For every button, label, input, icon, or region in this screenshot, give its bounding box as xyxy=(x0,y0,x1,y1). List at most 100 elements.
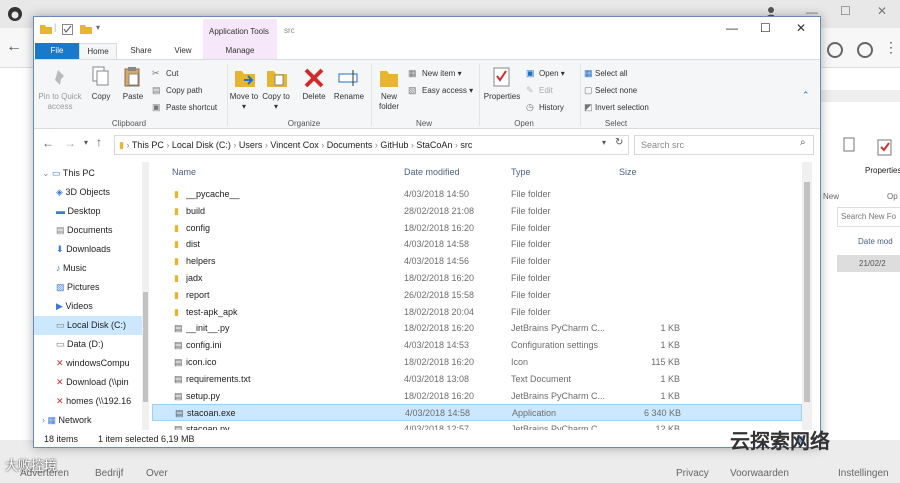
nav-pictures[interactable]: ▨ Pictures xyxy=(34,278,149,297)
menu-icon[interactable]: ⋮ xyxy=(884,39,898,56)
recent-dropdown[interactable]: ▾ xyxy=(84,138,88,147)
column-size[interactable]: Size xyxy=(619,162,637,182)
easy-access-button[interactable]: Easy access ▾ xyxy=(422,86,473,96)
edit-button[interactable]: Edit xyxy=(539,86,553,96)
nav-scrollbar[interactable] xyxy=(142,162,149,430)
properties-check-icon[interactable] xyxy=(62,24,73,35)
up-button[interactable]: ↑ xyxy=(96,135,102,149)
file-row[interactable]: ▮ dist 4/03/2018 14:58 File folder xyxy=(152,236,802,253)
back-selected-row[interactable]: 21/02/2 xyxy=(837,255,900,272)
nav-download-pin[interactable]: ✕ Download (\\pin xyxy=(34,373,149,392)
move-to-button[interactable]: Move to ▾ xyxy=(228,92,260,112)
close-icon[interactable]: ✕ xyxy=(877,4,887,18)
column-type[interactable]: Type xyxy=(511,162,531,182)
back-arrow-icon[interactable]: ← xyxy=(6,38,22,56)
file-row[interactable]: ▤ setup.py 18/02/2018 16:20 JetBrains PyCha… xyxy=(152,388,802,405)
move-to-icon xyxy=(235,71,255,87)
address-dropdown-icon[interactable]: ▾ xyxy=(602,138,606,147)
rename-button[interactable]: Rename xyxy=(332,92,366,102)
crumb-documents[interactable]: Documents xyxy=(327,140,373,150)
paste-button[interactable]: Paste xyxy=(118,92,148,102)
file-scrollbar[interactable] xyxy=(802,162,812,430)
back-search-field[interactable]: Search New Fo xyxy=(837,207,900,227)
pin-quick-access-button[interactable]: Pin to Quick access xyxy=(36,92,84,112)
file-row[interactable]: ▮ __pycache__ 4/03/2018 14:50 File folder xyxy=(152,186,802,203)
file-row[interactable]: ▤ icon.ico 18/02/2018 16:20 Icon 115 KB xyxy=(152,354,802,371)
copy-path-button[interactable]: Copy path xyxy=(166,86,202,96)
file-row[interactable]: ▮ test-apk_apk 18/02/2018 20:04 File folder xyxy=(152,304,802,321)
nav-network[interactable]: › ▦ Network xyxy=(34,411,149,430)
file-row[interactable]: ▤ stacoan.exe 4/03/2018 14:58 Application 6 … xyxy=(152,404,802,422)
open-button[interactable]: Open ▾ xyxy=(539,69,565,79)
forward-button[interactable]: → xyxy=(64,136,76,150)
nav-downloads[interactable]: ⬇ Downloads xyxy=(34,240,149,259)
tab-view[interactable]: View xyxy=(164,43,202,59)
ribbon-collapse-icon[interactable]: ⌃ xyxy=(802,90,810,101)
nav-desktop[interactable]: ▬ Desktop xyxy=(34,202,149,221)
tab-manage[interactable]: Manage xyxy=(203,43,277,59)
file-row[interactable]: ▮ config 18/02/2018 16:20 File folder xyxy=(152,220,802,237)
file-row[interactable]: ▤ config.ini 4/03/2018 14:53 Configuration … xyxy=(152,337,802,354)
tab-home[interactable]: Home xyxy=(79,43,117,59)
nav-this-pc[interactable]: ⌄ ▭ This PC xyxy=(34,164,149,183)
paste-shortcut-button[interactable]: Paste shortcut xyxy=(166,103,217,113)
properties-button[interactable]: Properties xyxy=(480,92,524,102)
crumb-src[interactable]: src xyxy=(460,140,472,150)
footer-privacy[interactable]: Privacy xyxy=(676,468,709,479)
footer-terms[interactable]: Voorwaarden xyxy=(730,468,789,479)
nav-homes[interactable]: ✕ homes (\\192.16 xyxy=(34,392,149,411)
nav-music[interactable]: ♪ Music xyxy=(34,259,149,278)
refresh-icon[interactable]: ↻ xyxy=(615,137,623,148)
address-bar[interactable]: ▮ › This PC › Local Disk (C:) › Users › … xyxy=(114,135,629,155)
maximize-icon[interactable]: ☐ xyxy=(840,4,851,18)
file-row[interactable]: ▮ report 26/02/2018 15:58 File folder xyxy=(152,287,802,304)
file-row[interactable]: ▮ build 28/02/2018 21:08 File folder xyxy=(152,203,802,220)
copy-to-button[interactable]: Copy to ▾ xyxy=(260,92,292,112)
new-item-button[interactable]: New item ▾ xyxy=(422,69,462,79)
column-name[interactable]: Name xyxy=(172,162,196,182)
new-folder-quick-icon[interactable] xyxy=(80,24,92,34)
column-date[interactable]: Date modified xyxy=(404,162,460,182)
info-icon[interactable] xyxy=(857,42,873,58)
file-row[interactable]: ▮ helpers 4/03/2018 14:56 File folder xyxy=(152,253,802,270)
quick-access-dropdown-icon[interactable]: ▾ xyxy=(96,23,100,32)
search-field[interactable]: Search src xyxy=(634,135,814,155)
footer-about[interactable]: Over xyxy=(146,468,168,479)
back-button[interactable]: ← xyxy=(42,136,54,150)
file-row[interactable]: ▤ requirements.txt 4/03/2018 13:08 Text Doc… xyxy=(152,371,802,388)
nav-3d-objects[interactable]: ◈ 3D Objects xyxy=(34,183,149,202)
nav-videos[interactable]: ▶ Videos xyxy=(34,297,149,316)
nav-documents[interactable]: ▤ Documents xyxy=(34,221,149,240)
select-all-button[interactable]: Select all xyxy=(595,69,627,79)
copy-button[interactable]: Copy xyxy=(86,92,116,102)
crumb-github[interactable]: GitHub xyxy=(380,140,408,150)
history-button[interactable]: History xyxy=(539,103,564,113)
cut-button[interactable]: Cut xyxy=(166,69,178,79)
crumb-vincent-cox[interactable]: Vincent Cox xyxy=(270,140,318,150)
crumb-local-disk[interactable]: Local Disk (C:) xyxy=(172,140,231,150)
select-none-button[interactable]: Select none xyxy=(595,86,637,96)
crumb-users[interactable]: Users xyxy=(239,140,263,150)
minimize-button[interactable]: — xyxy=(726,21,738,35)
nav-local-disk[interactable]: ▭ Local Disk (C:) xyxy=(34,316,149,335)
new-folder-button[interactable]: New folder xyxy=(374,92,404,112)
back-date-column[interactable]: Date mod xyxy=(858,237,893,246)
tab-share[interactable]: Share xyxy=(122,43,160,59)
tab-file[interactable]: File xyxy=(35,43,79,59)
nav-windowscompu[interactable]: ✕ windowsCompu xyxy=(34,354,149,373)
close-button[interactable]: ✕ xyxy=(796,21,806,35)
file-row[interactable]: ▤ __init__.py 18/02/2018 16:20 JetBrains Py… xyxy=(152,320,802,337)
crumb-stacoan[interactable]: StaCoAn xyxy=(416,140,452,150)
extension-icon[interactable] xyxy=(827,42,843,58)
file-row[interactable]: ▤ stacoan.py 4/03/2018 12:57 JetBrains PyCh… xyxy=(152,421,802,430)
file-row[interactable]: ▮ jadx 18/02/2018 16:20 File folder xyxy=(152,270,802,287)
crumb-this-pc[interactable]: This PC xyxy=(132,140,164,150)
footer-settings[interactable]: Instellingen xyxy=(838,468,889,479)
file-icon: ▤ xyxy=(174,424,183,430)
maximize-button[interactable]: ☐ xyxy=(760,21,771,35)
footer-business[interactable]: Bedrijf xyxy=(95,468,123,479)
nav-data-d[interactable]: ▭ Data (D:) xyxy=(34,335,149,354)
delete-button[interactable]: Delete xyxy=(298,92,330,102)
navigation-pane: ⌄ ▭ This PC ◈ 3D Objects ▬ Desktop ▤ Doc… xyxy=(34,162,149,430)
invert-selection-button[interactable]: Invert selection xyxy=(595,103,649,113)
